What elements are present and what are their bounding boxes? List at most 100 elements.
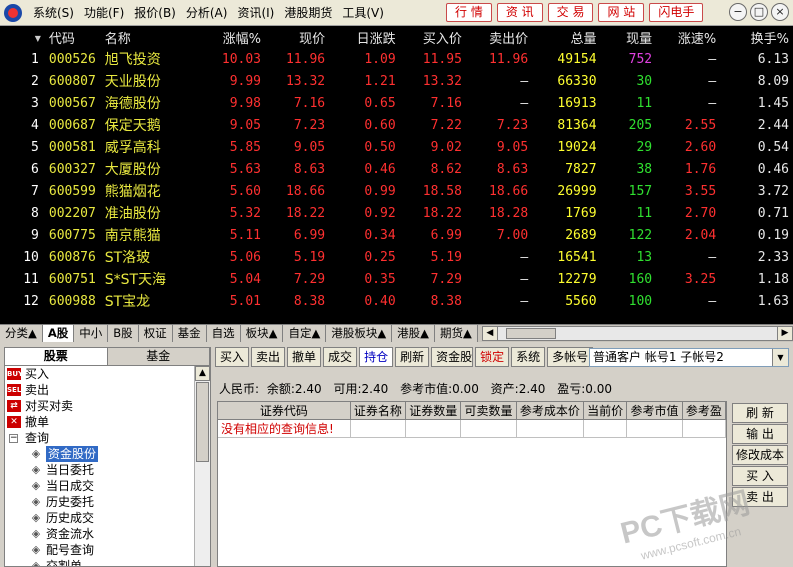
modify-cost-button[interactable]: 修改成本 — [732, 445, 788, 465]
buy-side-button[interactable]: 买 入 — [732, 466, 788, 486]
chevron-down-icon[interactable]: ▼ — [772, 349, 788, 366]
tree-subitem[interactable]: ◈ 历史委托 — [5, 494, 195, 510]
col-header-chg-pct[interactable]: 涨幅% — [203, 26, 265, 48]
tree-subitem[interactable]: ◈ 配号查询 — [5, 542, 195, 558]
table-row[interactable]: 4 000687 保定天鹅 9.05 7.23 0.60 7.22 7.23 81364 205 2… — [0, 114, 793, 136]
tree-item-buy[interactable]: BUY 买入 — [5, 366, 195, 382]
table-row[interactable]: 11 600751 S*ST天海 5.04 7.29 0.35 7.29 — 12279 160 3… — [0, 268, 793, 290]
table-row[interactable]: 5 000581 威孚高科 5.85 9.05 0.50 9.02 9.05 19024 29 2.… — [0, 136, 793, 158]
tree-scrollbar[interactable]: ▲ — [194, 366, 210, 566]
tab-stock[interactable]: 股票 — [5, 348, 108, 365]
buy-button[interactable]: 买入 — [215, 347, 250, 367]
multi-account-button[interactable]: 多帐号 — [547, 347, 594, 367]
deals-button[interactable]: 成交 — [323, 347, 358, 367]
system-button[interactable]: 系统 — [511, 347, 546, 367]
tree-subitem[interactable]: ◈ 当日委托 — [5, 462, 195, 478]
tree-item-sell[interactable]: SELL 卖出 — [5, 382, 195, 398]
tree-subitem[interactable]: ◈ 交割单 — [5, 558, 195, 566]
quote-button[interactable]: 行 情 — [446, 3, 492, 22]
tab-watchlist[interactable]: 自选 — [206, 325, 241, 342]
tree-item-query[interactable]: − 查询 — [5, 430, 195, 446]
menu-quote[interactable]: 报价(B) — [129, 4, 181, 21]
table-row[interactable]: 9 600775 南京熊猫 5.11 6.99 0.34 6.99 7.00 2689 122 2.… — [0, 224, 793, 246]
tab-scrollbar[interactable]: ◀ ▶ — [481, 325, 793, 342]
scroll-thumb[interactable] — [196, 382, 209, 462]
scroll-right-icon[interactable]: ▶ — [777, 326, 793, 341]
col-header-turnover[interactable]: 换手% — [720, 26, 793, 48]
col-header-mkt-value[interactable]: 参考市值 — [626, 402, 683, 420]
tab-futures[interactable]: 期货▲ — [435, 325, 478, 342]
maximize-icon[interactable]: □ — [750, 3, 768, 21]
table-row[interactable]: 7 600599 熊猫烟花 5.60 18.66 0.99 18.58 18.66 26999 1… — [0, 180, 793, 202]
tree-item-cancel[interactable]: ✕ 撤单 — [5, 414, 195, 430]
col-header-dropdown[interactable]: ▼ — [0, 26, 45, 48]
account-select[interactable]: 普通客户 帐号1 子帐号2 ▼ — [589, 348, 789, 367]
col-header-ask[interactable]: 卖出价 — [466, 26, 532, 48]
table-row[interactable]: 10 600876 ST洛玻 5.06 5.19 0.25 5.19 — 16541 13 — 2.3… — [0, 246, 793, 268]
table-row[interactable]: 2 600807 天业股份 9.99 13.32 1.21 13.32 — 66330 30 — 8.… — [0, 70, 793, 92]
tab-sector[interactable]: 板块▲ — [240, 325, 284, 342]
tab-a-share[interactable]: A股 — [42, 325, 75, 342]
col-header-sec-name[interactable]: 证券名称 — [350, 402, 407, 420]
col-header-code[interactable]: 代码 — [45, 26, 105, 48]
export-button[interactable]: 输 出 — [732, 424, 788, 444]
tree-subitem[interactable]: ◈ 资金股份 — [5, 446, 195, 462]
tree-item-pair-trade[interactable]: ⇄ 对买对卖 — [5, 398, 195, 414]
tab-hk-sector[interactable]: 港股板块▲ — [326, 325, 393, 342]
col-header-cur-vol[interactable]: 现量 — [601, 26, 657, 48]
table-row[interactable]: 3 000567 海德股份 9.98 7.16 0.65 7.16 — 16913 11 — 1.45 — [0, 92, 793, 114]
col-header-cur-price[interactable]: 当前价 — [583, 402, 628, 420]
close-icon[interactable]: × — [771, 3, 789, 21]
menu-hk-futures[interactable]: 港股期货 — [279, 4, 337, 21]
holdings-button[interactable]: 持仓 — [359, 347, 394, 367]
scroll-left-icon[interactable]: ◀ — [481, 326, 498, 341]
menu-news[interactable]: 资讯(I) — [232, 4, 279, 21]
refresh-side-button[interactable]: 刷 新 — [732, 403, 788, 423]
table-row[interactable]: 6 600327 大厦股份 5.63 8.63 0.46 8.62 8.63 7827 38 1.7… — [0, 158, 793, 180]
flash-trade-button[interactable]: 闪电手 — [649, 3, 704, 22]
col-header-name[interactable]: 名称 — [105, 26, 203, 48]
col-header-volume[interactable]: 总量 — [532, 26, 600, 48]
news-button[interactable]: 资 讯 — [496, 3, 543, 22]
scroll-track[interactable] — [497, 326, 777, 341]
collapse-icon[interactable]: − — [9, 433, 18, 443]
minimize-icon[interactable]: − — [729, 3, 747, 21]
col-header-speed[interactable]: 涨速% — [656, 26, 720, 48]
tab-hk-stock[interactable]: 港股▲ — [392, 325, 436, 342]
table-row[interactable]: 1 000526 旭飞投资 10.03 11.96 1.09 11.95 11.96 49154… — [0, 48, 793, 70]
col-header-bid[interactable]: 买入价 — [400, 26, 466, 48]
tab-category[interactable]: 分类▲ — [0, 325, 43, 342]
funds-holdings-button[interactable]: 资金股份 — [431, 347, 474, 367]
tab-fund[interactable]: 基金 — [172, 325, 207, 342]
menu-tools[interactable]: 工具(V) — [337, 4, 389, 21]
col-header-ref-pnl[interactable]: 参考盈 — [682, 402, 726, 420]
sell-button[interactable]: 卖出 — [251, 347, 286, 367]
col-header-price[interactable]: 现价 — [265, 26, 329, 48]
tree-subitem[interactable]: ◈ 历史成交 — [5, 510, 195, 526]
refresh-button[interactable]: 刷新 — [395, 347, 430, 367]
table-row[interactable]: 12 600988 ST宝龙 5.01 8.38 0.40 8.38 — 5560 100 — 1.6… — [0, 290, 793, 312]
menu-function[interactable]: 功能(F) — [79, 4, 129, 21]
menu-system[interactable]: 系统(S) — [28, 4, 79, 21]
table-row[interactable]: 8 002207 准油股份 5.32 18.22 0.92 18.22 18.28 1769 11… — [0, 202, 793, 224]
cancel-order-button[interactable]: 撤单 — [287, 347, 322, 367]
scroll-thumb[interactable] — [505, 328, 556, 339]
tab-sme[interactable]: 中小 — [74, 325, 109, 342]
tab-warrant[interactable]: 权证 — [138, 325, 173, 342]
tree-subitem[interactable]: ◈ 当日成交 — [5, 478, 195, 494]
scroll-up-icon[interactable]: ▲ — [195, 366, 210, 381]
col-header-sec-qty[interactable]: 证券数量 — [405, 402, 462, 420]
trade-button[interactable]: 交 易 — [547, 3, 594, 22]
col-header-sec-code[interactable]: 证券代码 — [218, 402, 351, 420]
website-button[interactable]: 网 站 — [598, 3, 645, 22]
tab-fund-trade[interactable]: 基金 — [107, 348, 210, 365]
col-header-cost-price[interactable]: 参考成本价 — [516, 402, 585, 420]
lock-button[interactable]: 锁定 — [475, 347, 510, 367]
sell-side-button[interactable]: 卖 出 — [732, 487, 788, 507]
tab-custom[interactable]: 自定▲ — [283, 325, 327, 342]
col-header-chg[interactable]: 日涨跌 — [329, 26, 400, 48]
col-header-sellable-qty[interactable]: 可卖数量 — [460, 402, 517, 420]
tab-b-share[interactable]: B股 — [108, 325, 139, 342]
tree-subitem[interactable]: ◈ 资金流水 — [5, 526, 195, 542]
menu-analysis[interactable]: 分析(A) — [181, 4, 233, 21]
